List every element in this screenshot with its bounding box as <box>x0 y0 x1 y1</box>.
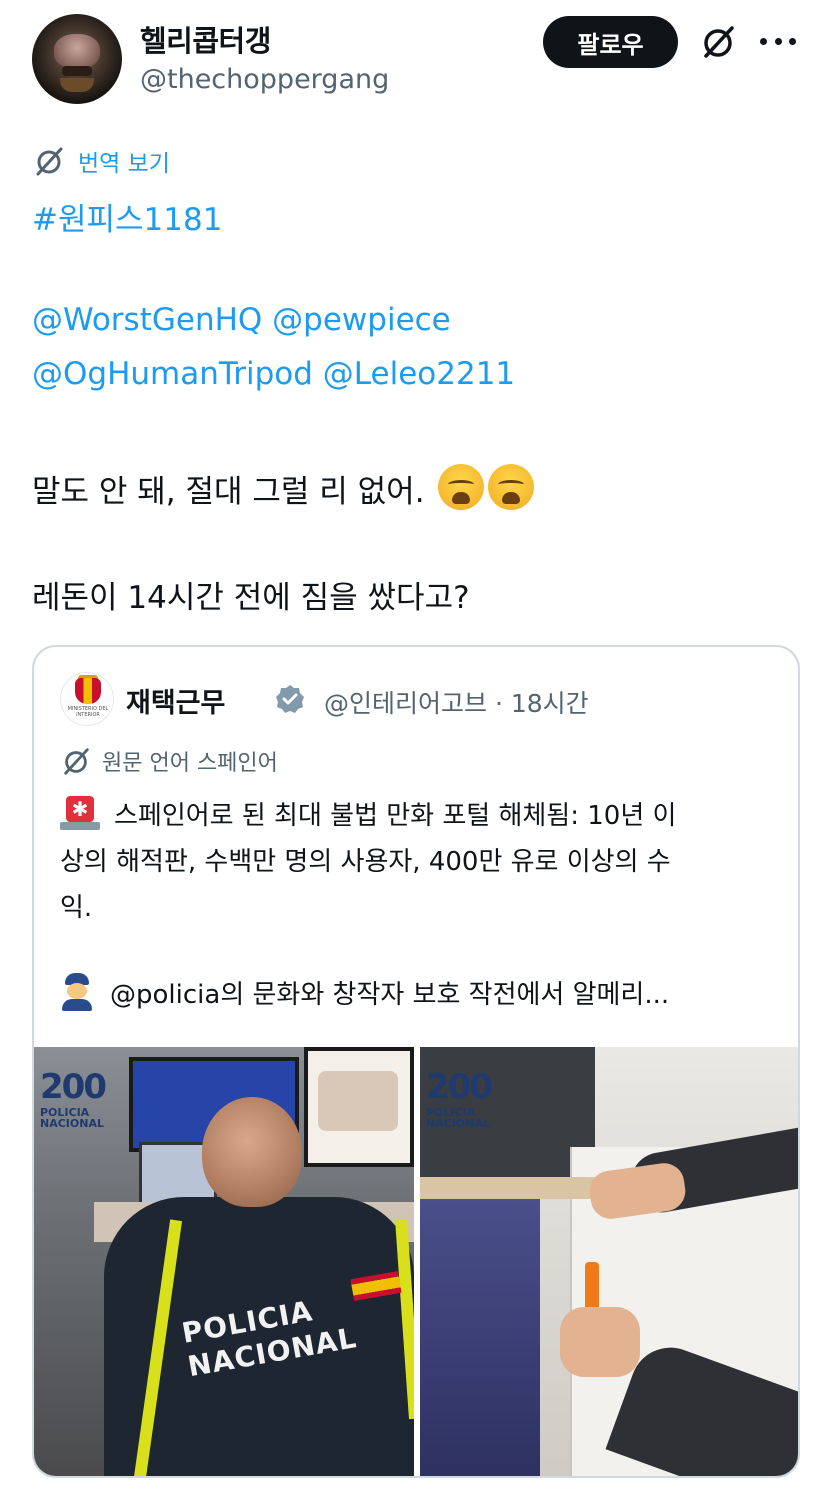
policia-200-logo: 200 POLICIA NACIONAL <box>40 1067 140 1130</box>
quoted-handle[interactable]: @인테리어고브 <box>324 689 487 718</box>
quoted-author-name[interactable]: 재택근무 <box>126 681 225 720</box>
hashtag-link[interactable]: #원피스1181 <box>32 194 222 239</box>
screwdriver <box>585 1262 599 1312</box>
hand <box>560 1307 640 1377</box>
more-dot <box>760 37 767 45</box>
quoted-handle-time: @인테리어고브 · 18시간 <box>324 684 589 720</box>
post-header: 헬리콥터갱 @thechoppergang 팔로우 <box>0 0 835 120</box>
spain-crest-icon <box>75 678 101 704</box>
mentions-row-1: @WorstGenHQ @pewpiece <box>32 302 451 338</box>
quoted-post-card[interactable]: MINISTERIO DEL INTERIOR 재택근무 @인테리어고브 · 1… <box>32 645 800 1478</box>
quoted-timestamp[interactable]: 18시간 <box>511 689 589 718</box>
quoted-text-line-2: 상의 해적판, 수백만 명의 사용자, 400만 유로 이상의 수 <box>60 847 671 877</box>
monitor <box>304 1047 414 1167</box>
mention-link[interactable]: @WorstGenHQ <box>32 302 262 338</box>
avatar-face <box>54 34 100 68</box>
mention-link[interactable]: @pewpiece <box>272 302 451 338</box>
verified-badge-icon <box>276 685 304 713</box>
translate-post-link[interactable]: 번역 보기 <box>32 144 170 178</box>
quoted-text-line-3: 익. <box>60 893 93 923</box>
more-icon[interactable] <box>760 36 796 46</box>
translate-icon <box>36 147 63 176</box>
logo-number: 200 <box>40 1067 107 1107</box>
quoted-photo-1[interactable]: POLICIA NACIONAL 200 POLICIA NACIONAL <box>34 1047 414 1476</box>
ministry-caption: MINISTERIO DEL INTERIOR <box>67 706 109 718</box>
separator-dot: · <box>494 689 503 718</box>
translate-icon <box>64 748 89 775</box>
post-sentence-1: 말도 안 돼, 절대 그럴 리 없어. <box>32 464 535 511</box>
avatar-goggles <box>62 66 92 76</box>
mentions-row-2: @OgHumanTripod @Leleo2211 <box>32 356 515 392</box>
crying-face-emoji-icon <box>488 464 535 510</box>
crying-face-emoji-icon <box>438 464 485 510</box>
logo-text: NACIONAL <box>426 1117 490 1130</box>
quoted-text-line-4: @policia의 문화와 창작자 보호 작전에서 알메리... <box>60 973 669 1011</box>
quoted-text: 의 문화와 창작자 보호 작전에서 알메리... <box>220 980 670 1010</box>
translate-label: 번역 보기 <box>78 151 170 177</box>
more-dot <box>789 37 796 45</box>
author-handle[interactable]: @thechoppergang <box>140 64 389 95</box>
follow-button[interactable]: 팔로우 <box>543 16 678 68</box>
dark-panel <box>420 1197 540 1476</box>
police-officer-emoji-icon <box>60 973 94 1011</box>
logo-number: 200 <box>426 1067 493 1107</box>
author-avatar[interactable] <box>32 14 122 104</box>
mention-link[interactable]: @Leleo2211 <box>323 356 515 392</box>
post-sentence-2: 레돈이 14시간 전에 짐을 쌌다고? <box>32 580 470 616</box>
quoted-photo-2[interactable]: 200 POLICIA NACIONAL <box>420 1047 798 1476</box>
quoted-translate-label: 원문 언어 스페인어 <box>102 751 278 776</box>
quoted-translate-link[interactable]: 원문 언어 스페인어 <box>60 745 278 777</box>
police-siren-emoji-icon: ✱ <box>60 796 100 830</box>
policia-200-logo: 200 POLICIA NACIONAL <box>426 1067 526 1130</box>
author-display-name[interactable]: 헬리콥터갱 <box>140 18 271 60</box>
quoted-text: 스페인어로 된 최대 불법 만화 포털 해체됨: 10년 이 <box>114 801 677 831</box>
grok-icon[interactable] <box>698 22 738 62</box>
officer-head <box>202 1097 302 1207</box>
mention-link[interactable]: @OgHumanTripod <box>32 356 313 392</box>
policia-mention-link[interactable]: @policia <box>110 980 220 1010</box>
quoted-text-line-1: ✱ 스페인어로 된 최대 불법 만화 포털 해체됨: 10년 이 <box>60 795 676 832</box>
logo-text: NACIONAL <box>40 1117 104 1130</box>
sentence-text: 말도 안 돼, 절대 그럴 리 없어. <box>32 474 425 510</box>
avatar-mouth <box>60 78 94 92</box>
more-dot <box>774 37 782 45</box>
quoted-author-avatar[interactable]: MINISTERIO DEL INTERIOR <box>60 672 114 726</box>
